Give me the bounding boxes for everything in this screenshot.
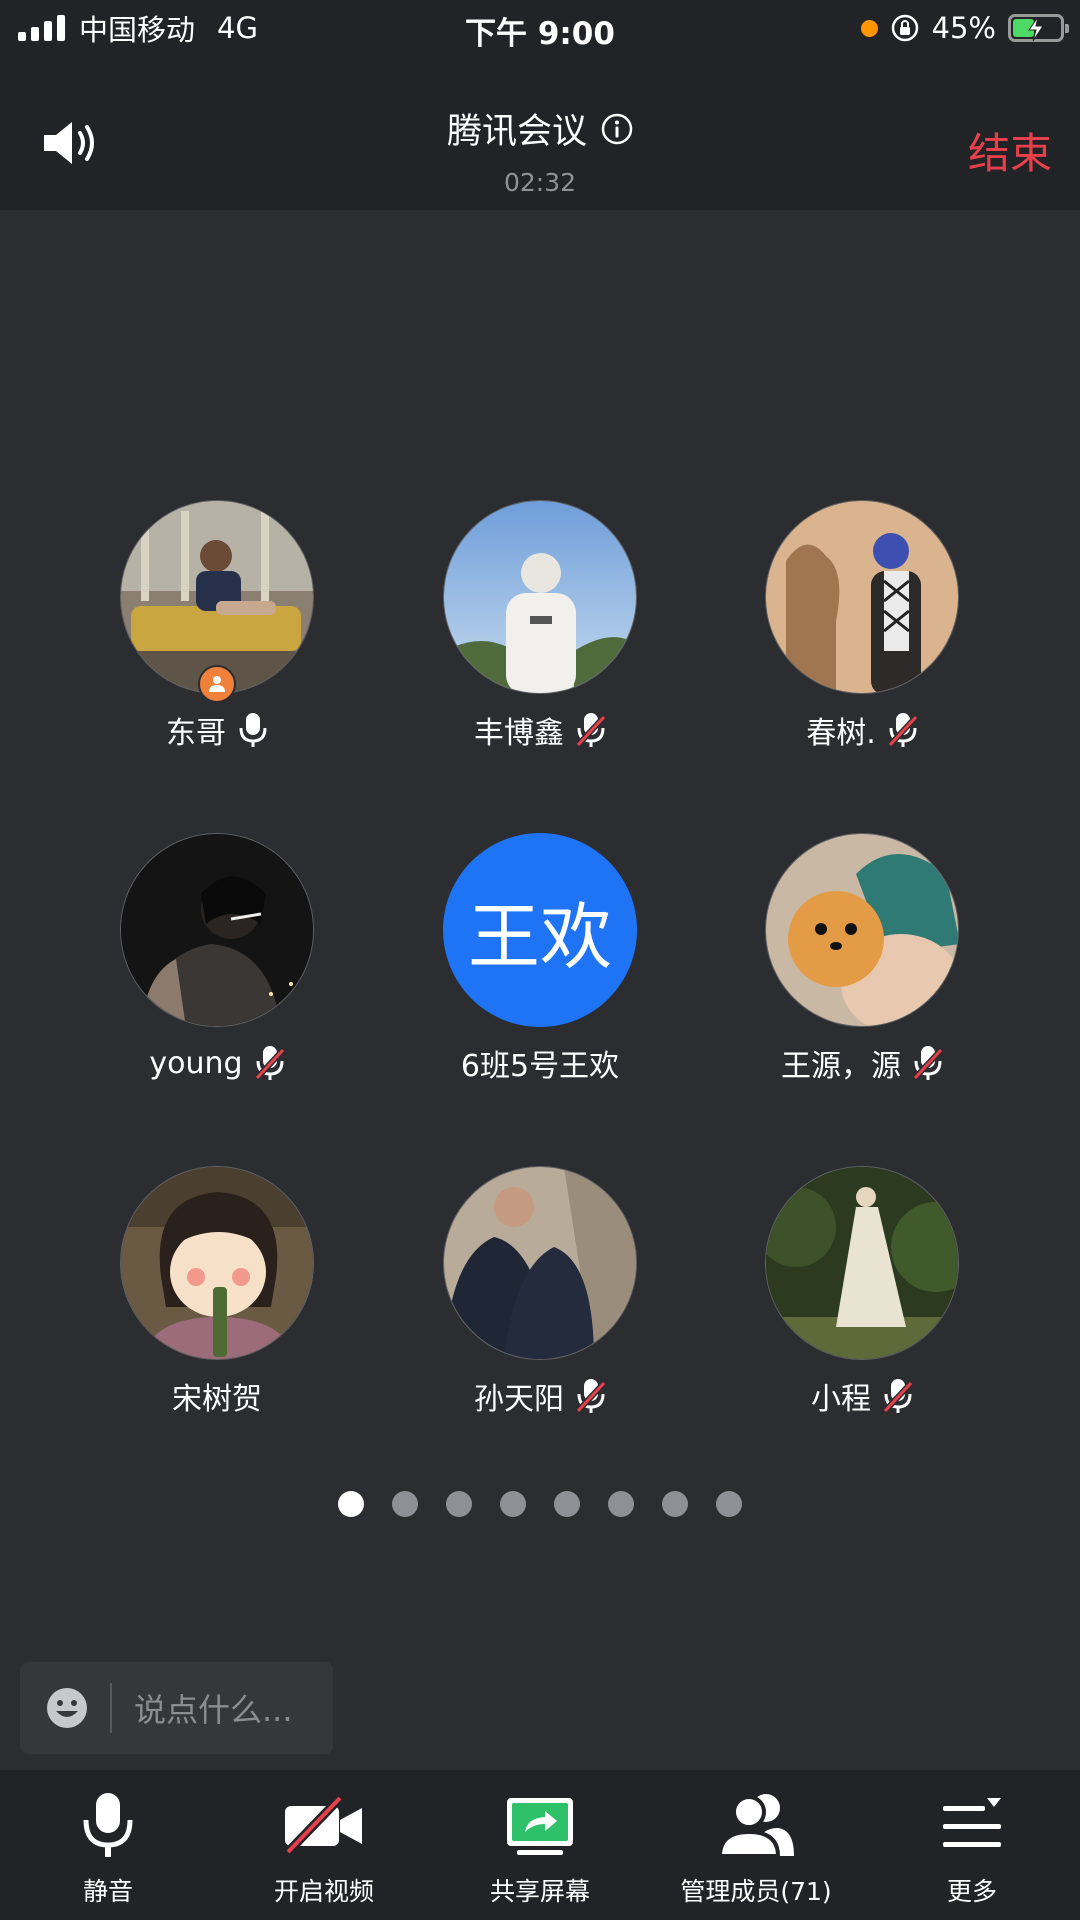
participant-tile[interactable]: 春树. [702,500,1022,752]
avatar [765,833,959,1027]
participant-tile[interactable]: young [57,833,377,1085]
avatar: 王欢 [443,833,637,1027]
participant-tile[interactable]: 小程 [702,1166,1022,1418]
participant-name: 6班5号王欢 [460,1049,620,1084]
page-dot[interactable] [716,1491,742,1517]
info-icon[interactable] [601,113,633,145]
more-label: 更多 [946,1877,997,1906]
recording-indicator-icon [860,19,878,37]
avatar [443,1166,637,1360]
avatar [765,500,959,694]
start-video-button[interactable]: 开启视频 [216,1770,432,1920]
mic-icon [83,1793,133,1857]
mute-label: 静音 [82,1877,133,1906]
participant-name: 孙天阳 [474,1382,564,1417]
participant-tile[interactable]: 王欢 6班5号王欢 [380,833,700,1085]
video-label: 开启视频 [273,1877,374,1906]
mic-muted-icon [576,713,606,748]
members-icon [717,1794,794,1858]
avatar-initials: 王欢 [443,833,637,1027]
mic-icon [239,713,267,747]
page-dot[interactable] [446,1491,472,1517]
members-label: 管理成员(71) [680,1877,832,1906]
meeting-title: 腾讯会议 [446,112,587,152]
host-badge-icon [198,665,236,703]
video-off-icon [284,1794,362,1856]
participant-name: 丰博鑫 [474,716,564,751]
mic-muted-icon [887,713,918,748]
more-button[interactable]: 更多 [864,1770,1080,1920]
avatar [120,833,314,1027]
share-screen-button[interactable]: 共享屏幕 [432,1770,648,1920]
participant-name: young [149,1045,243,1081]
avatar [120,1166,314,1360]
participant-name: 宋树贺 [172,1382,262,1417]
mute-button[interactable]: 静音 [0,1770,216,1920]
mic-muted-icon [913,1046,943,1081]
chat-input[interactable]: 说点什么... [20,1662,333,1754]
page-indicator [0,1491,1080,1517]
participant-tile[interactable]: 东哥 [57,500,377,752]
end-meeting-button[interactable]: 结束 [968,120,1052,181]
participant-tile[interactable]: 王源，源 [702,833,1022,1085]
participant-tile[interactable]: 丰博鑫 [380,500,700,752]
status-bar: 中国移动 4G 下午 9:00 45% [0,0,1080,58]
participant-tile[interactable]: 孙天阳 [380,1166,700,1418]
emoji-icon[interactable] [46,1687,88,1729]
page-dot[interactable] [554,1491,580,1517]
participant-name: 王源，源 [781,1049,901,1084]
participant-tile[interactable]: 宋树贺 [57,1166,377,1418]
participant-name: 东哥 [166,716,226,751]
more-menu-icon [943,1798,1001,1847]
mic-muted-icon [254,1046,285,1081]
share-screen-icon [507,1798,573,1855]
chat-placeholder: 说点什么... [134,1691,293,1729]
battery-percent: 45% [931,11,996,45]
page-dot[interactable] [338,1491,364,1517]
chat-divider [110,1683,112,1733]
battery-icon [1008,14,1069,42]
participant-name: 春树. [806,716,876,751]
orientation-lock-icon [891,14,918,42]
avatar [443,500,637,694]
share-label: 共享屏幕 [489,1877,590,1906]
mic-muted-icon [576,1379,606,1414]
page-dot[interactable] [500,1491,526,1517]
avatar [765,1166,959,1360]
page-dot[interactable] [608,1491,634,1517]
page-dot[interactable] [392,1491,418,1517]
meeting-header: 腾讯会议 02:32 结束 [0,58,1080,210]
page-dot[interactable] [662,1491,688,1517]
manage-members-button[interactable]: 管理成员(71) [648,1770,864,1920]
mic-muted-icon [883,1379,913,1414]
bottom-toolbar: 静音 开启视频 共享屏幕 管理成员(71) 更多 [0,1770,1080,1920]
meeting-duration: 02:32 [503,168,577,197]
participant-name: 小程 [811,1382,871,1417]
